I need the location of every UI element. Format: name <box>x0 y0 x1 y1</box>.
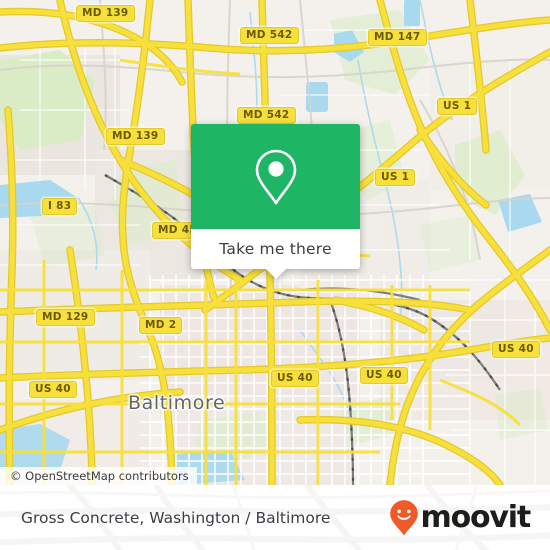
moovit-wordmark: moovit <box>420 499 532 535</box>
road-shield: US 40 <box>271 370 319 387</box>
road-shield: MD 139 <box>76 5 135 22</box>
moovit-place-card-screenshot: MD 139 MD 542 MD 147 MD 542 US 1 MD 139 US 1 I … <box>0 0 550 550</box>
place-title: Gross Concrete, Washington / Baltimore <box>21 508 331 527</box>
take-me-there-label: Take me there <box>219 240 332 258</box>
road-shield: US 1 <box>375 169 416 186</box>
moovit-logo[interactable]: moovit <box>389 499 532 537</box>
map-canvas[interactable]: MD 139 MD 542 MD 147 MD 542 US 1 MD 139 US 1 I … <box>0 0 550 485</box>
road-shield: MD 2 <box>139 317 183 334</box>
callout-header <box>191 124 360 229</box>
road-shield: US 40 <box>29 381 77 398</box>
place-callout-card[interactable]: Take me there <box>191 124 360 279</box>
road-shield: I 83 <box>42 198 78 215</box>
road-shield: US 40 <box>492 341 540 358</box>
road-shield: MD 129 <box>36 309 95 326</box>
osm-attribution[interactable]: © OpenStreetMap contributors <box>0 467 197 485</box>
footer-bar: Gross Concrete, Washington / Baltimore m… <box>0 485 550 550</box>
road-shield: MD 139 <box>106 128 165 145</box>
map-pin-icon <box>255 149 296 204</box>
road-shield: MD 542 <box>240 27 299 44</box>
moovit-pin-icon <box>389 499 418 535</box>
road-shield: MD 147 <box>368 29 427 46</box>
road-shield: MD 542 <box>237 107 296 124</box>
callout-pointer <box>264 268 287 279</box>
city-label: Baltimore <box>128 392 226 414</box>
road-shield: US 1 <box>437 98 478 115</box>
callout-footer[interactable]: Take me there <box>191 229 360 279</box>
road-shield: US 40 <box>360 367 408 384</box>
